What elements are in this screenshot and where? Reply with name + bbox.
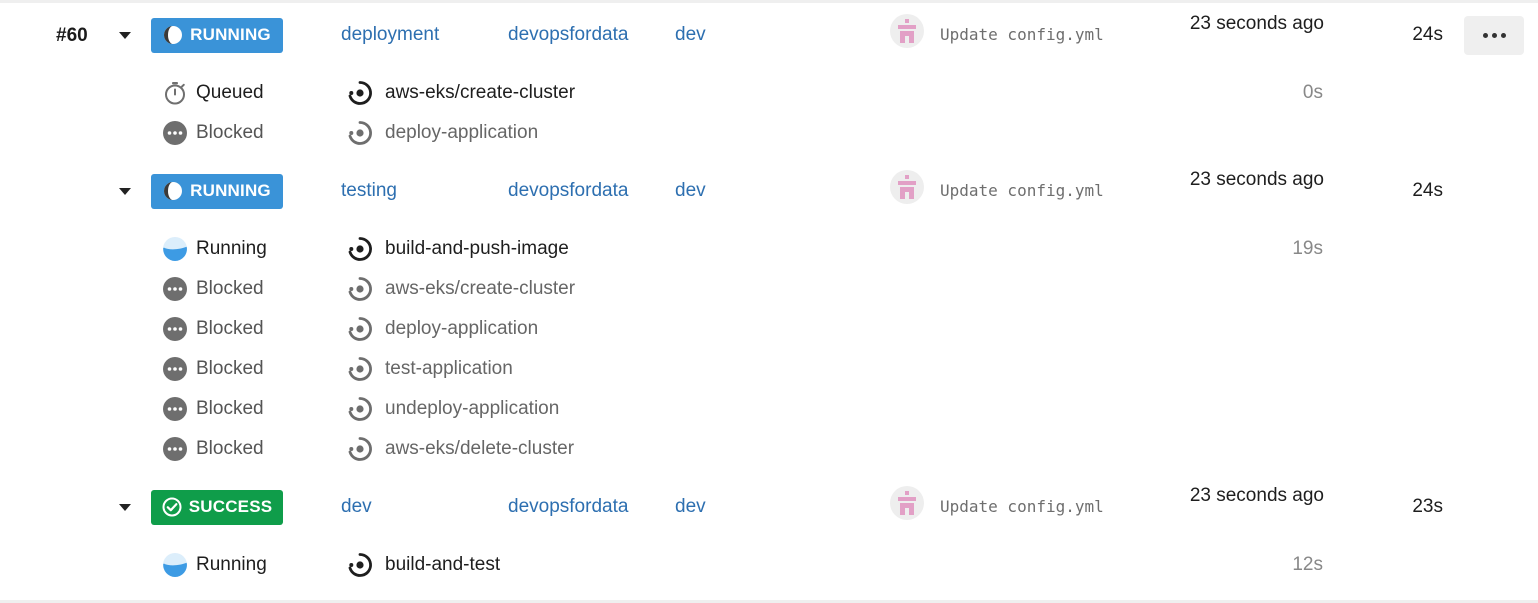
job-name: test-application: [385, 358, 513, 379]
branch-link[interactable]: dev: [675, 495, 706, 519]
chevron-down-icon[interactable]: [117, 28, 133, 44]
job-status: Blocked: [163, 397, 264, 421]
job-name: undeploy-application: [385, 398, 560, 419]
status-badge-label: RUNNING: [190, 25, 271, 44]
job-status-label: Queued: [196, 82, 264, 103]
job-status: Blocked: [163, 121, 264, 145]
job-circle-icon: [347, 120, 373, 146]
dots-circle-icon: [163, 317, 187, 341]
job-status: Running: [163, 237, 267, 261]
commit-message[interactable]: Update config.yml: [940, 24, 1104, 46]
job-status-label: Running: [196, 238, 267, 259]
job-name: deploy-application: [385, 318, 539, 339]
workflow-duration: 24s: [1412, 180, 1443, 201]
job-duration: 19s: [1292, 238, 1323, 259]
job-status: Queued: [163, 81, 264, 105]
dots-circle-icon: [163, 277, 187, 301]
job-status: Blocked: [163, 437, 264, 461]
job-circle-icon: [347, 356, 373, 382]
workflow-duration: 23s: [1412, 496, 1443, 517]
job-link[interactable]: aws-eks/create-cluster: [347, 80, 575, 106]
workflow-name-link[interactable]: deployment: [341, 23, 439, 47]
top-divider: [0, 0, 1538, 3]
job-circle-icon: [347, 236, 373, 262]
job-circle-icon: [347, 552, 373, 578]
job-circle-icon: [347, 80, 373, 106]
job-link[interactable]: aws-eks/delete-cluster: [347, 436, 574, 462]
job-link[interactable]: build-and-test: [347, 552, 500, 578]
job-name: deploy-application: [385, 122, 539, 143]
running-circle-icon: [163, 237, 187, 261]
more-dot-icon: [1491, 33, 1497, 38]
workflow-duration: 24s: [1412, 24, 1443, 45]
dots-circle-icon: [163, 357, 187, 381]
status-badge-label: RUNNING: [190, 181, 271, 200]
job-link[interactable]: undeploy-application: [347, 396, 559, 422]
more-actions-button[interactable]: [1464, 16, 1524, 55]
job-status: Running: [163, 553, 267, 577]
job-name: aws-eks/create-cluster: [385, 278, 576, 299]
workflow-name-link[interactable]: dev: [341, 495, 372, 519]
job-link[interactable]: deploy-application: [347, 316, 538, 342]
chevron-down-icon[interactable]: [117, 184, 133, 200]
job-status-label: Blocked: [196, 438, 264, 459]
commit-message[interactable]: Update config.yml: [940, 180, 1104, 202]
job-link[interactable]: test-application: [347, 356, 513, 382]
pipeline-number: #60: [56, 25, 88, 46]
workflow-name-link[interactable]: testing: [341, 179, 397, 203]
check-circle-icon: [162, 497, 182, 517]
job-status-label: Blocked: [196, 318, 264, 339]
job-name: build-and-push-image: [385, 238, 569, 259]
job-status: Blocked: [163, 317, 264, 341]
job-name: aws-eks/create-cluster: [385, 82, 576, 103]
status-badge-label: SUCCESS: [188, 497, 273, 516]
job-circle-icon: [347, 316, 373, 342]
status-badge[interactable]: RUNNING: [151, 17, 283, 53]
job-link[interactable]: deploy-application: [347, 120, 538, 146]
running-half-circle-icon: [163, 181, 183, 201]
time-ago: 23 seconds ago: [1189, 169, 1324, 190]
job-name: aws-eks/delete-cluster: [385, 438, 575, 459]
job-status: Blocked: [163, 277, 264, 301]
dots-circle-icon: [163, 437, 187, 461]
job-status: Blocked: [163, 357, 264, 381]
job-duration: 0s: [1302, 82, 1323, 103]
dots-circle-icon: [163, 121, 187, 145]
time-ago: 23 seconds ago: [1189, 485, 1324, 506]
status-badge[interactable]: RUNNING: [151, 173, 283, 209]
status-badge[interactable]: SUCCESS: [151, 489, 283, 525]
project-link[interactable]: devopsfordata: [508, 179, 628, 203]
commit-message[interactable]: Update config.yml: [940, 496, 1104, 518]
project-link[interactable]: devopsfordata: [508, 495, 628, 519]
job-link[interactable]: aws-eks/create-cluster: [347, 276, 575, 302]
job-circle-icon: [347, 396, 373, 422]
running-circle-icon: [163, 553, 187, 577]
author-avatar: [890, 170, 924, 204]
running-half-circle-icon: [163, 25, 183, 45]
job-link[interactable]: build-and-push-image: [347, 236, 569, 262]
more-dot-icon: [1482, 33, 1488, 38]
author-avatar: [890, 14, 924, 48]
branch-link[interactable]: dev: [675, 23, 706, 47]
job-status-label: Running: [196, 554, 267, 575]
author-avatar: [890, 486, 924, 520]
job-status-label: Blocked: [196, 122, 264, 143]
more-dot-icon: [1500, 33, 1506, 38]
branch-link[interactable]: dev: [675, 179, 706, 203]
project-link[interactable]: devopsfordata: [508, 23, 628, 47]
time-ago: 23 seconds ago: [1189, 13, 1324, 34]
stopwatch-icon: [163, 81, 187, 105]
job-status-label: Blocked: [196, 278, 264, 299]
dots-circle-icon: [163, 397, 187, 421]
chevron-down-icon[interactable]: [117, 500, 133, 516]
job-circle-icon: [347, 436, 373, 462]
job-status-label: Blocked: [196, 358, 264, 379]
job-circle-icon: [347, 276, 373, 302]
job-name: build-and-test: [385, 554, 501, 575]
job-status-label: Blocked: [196, 398, 264, 419]
job-duration: 12s: [1292, 554, 1323, 575]
